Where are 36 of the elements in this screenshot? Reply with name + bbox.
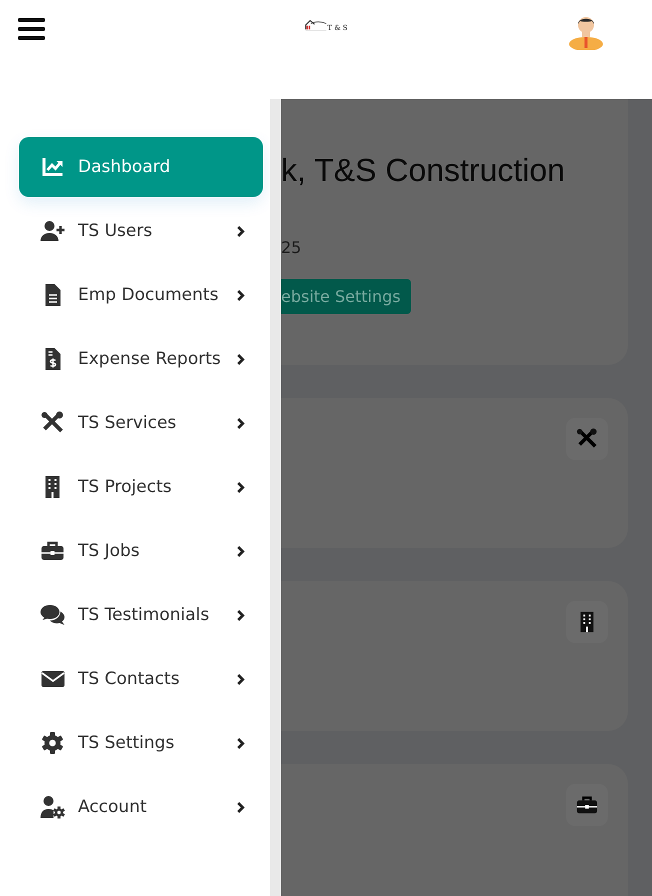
sidebar-item[interactable]: Account: [19, 777, 263, 837]
chevron-icon: [236, 544, 245, 558]
briefcase-icon: [576, 794, 598, 816]
house-logo-icon: [305, 18, 328, 32]
sidebar-item[interactable]: TS Projects: [19, 457, 263, 517]
chevron-icon: [236, 608, 245, 622]
sidebar-item[interactable]: Expense Reports: [19, 329, 263, 389]
tools-icon: [576, 428, 598, 450]
chart-icon: [40, 155, 65, 179]
user-gear-icon: [40, 795, 65, 819]
chevron-icon: [236, 224, 245, 238]
chevron-icon: [236, 672, 245, 686]
chevron-icon: [236, 352, 245, 366]
scrollbar[interactable]: [270, 99, 281, 896]
user-plus-icon: [40, 219, 65, 243]
sidebar-item[interactable]: TS Settings: [19, 713, 263, 773]
tools-icon: [40, 411, 65, 435]
chevron-icon: [236, 288, 245, 302]
briefcase-icon: [40, 539, 65, 563]
sidebar-item[interactable]: TS Jobs: [19, 521, 263, 581]
chevron-icon: [236, 416, 245, 430]
sidebar-item[interactable]: TS Testimonials: [19, 585, 263, 645]
chevron-icon: [236, 480, 245, 494]
chat-bubbles-icon: [40, 603, 65, 627]
sidebar-item[interactable]: Emp Documents: [19, 265, 263, 325]
avatar-icon[interactable]: [568, 14, 604, 50]
sidebar-item[interactable]: TS Users: [19, 201, 263, 261]
sidebar-item[interactable]: TS Services: [19, 393, 263, 453]
settings-icon: [40, 731, 65, 755]
sidebar-item[interactable]: TS Contacts: [19, 649, 263, 709]
date-text: 25: [281, 238, 302, 257]
sidebar-item[interactable]: Dashboard: [19, 137, 263, 197]
welcome-heading: k, T&S Construction: [281, 152, 565, 188]
chevron-icon: [236, 800, 245, 814]
chevron-icon: [236, 736, 245, 750]
menu-icon[interactable]: [18, 18, 45, 40]
